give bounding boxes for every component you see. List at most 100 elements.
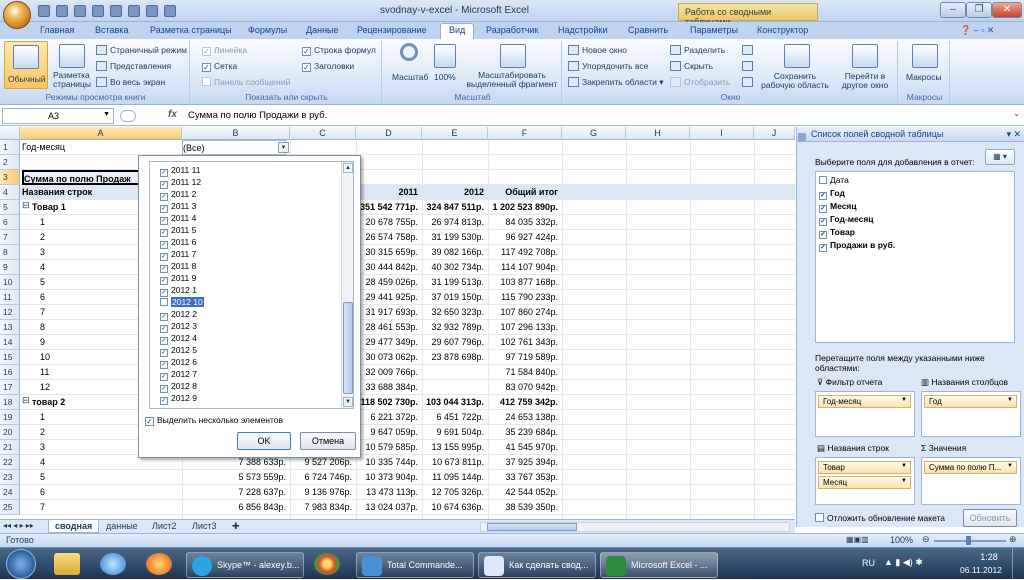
sheet-tab-list3[interactable]: Лист3 bbox=[186, 520, 223, 533]
zoom-selection-button[interactable]: Масштабировать выделенный фрагмент bbox=[466, 41, 558, 89]
freeze-panes-button[interactable]: Закрепить области ▾ bbox=[568, 77, 664, 88]
pivot-field-item[interactable]: ✓ Продажи в руб. bbox=[819, 240, 895, 252]
cell[interactable]: 6 724 746р. bbox=[290, 470, 352, 485]
filter-item-checkbox[interactable]: ✓ bbox=[160, 349, 168, 357]
table-row[interactable]: Названия строк 2011 2012 Общий итог bbox=[20, 185, 795, 200]
table-row[interactable]: 8 28 461 553р. 32 932 789р. 107 296 133р. bbox=[20, 320, 795, 335]
cell[interactable]: 412 759 342р. bbox=[488, 395, 558, 410]
cell[interactable] bbox=[422, 380, 484, 395]
cell[interactable]: 13 473 113р. bbox=[356, 485, 418, 500]
cell[interactable]: 24 653 138р. bbox=[488, 410, 558, 425]
pivot-field-item[interactable]: Дата bbox=[819, 175, 849, 185]
table-row[interactable]: 29 647 059р. 9 691 504р. 35 239 684р. bbox=[20, 425, 795, 440]
filter-item-checkbox[interactable]: ✓ bbox=[160, 361, 168, 369]
macros-button[interactable]: Макросы bbox=[902, 41, 948, 89]
row-header[interactable]: 7 bbox=[0, 230, 20, 245]
cell[interactable]: 38 539 350р. bbox=[488, 500, 558, 515]
start-button[interactable] bbox=[6, 549, 36, 579]
pivot-field-checkbox[interactable]: ✓ bbox=[819, 192, 827, 200]
cell[interactable]: 115 790 233р. bbox=[488, 290, 558, 305]
row-header[interactable]: 5 bbox=[0, 200, 20, 215]
filter-item-checkbox[interactable]: ✓ bbox=[160, 217, 168, 225]
cell[interactable]: 41 545 970р. bbox=[488, 440, 558, 455]
cell[interactable]: 9 136 976р. bbox=[290, 485, 352, 500]
filter-item-checkbox[interactable]: ✓ bbox=[160, 373, 168, 381]
filter-item-checkbox[interactable]: ✓ bbox=[160, 289, 168, 297]
year-2012-header[interactable]: 2012 bbox=[422, 185, 484, 200]
filter-item[interactable]: ✓ 2011 5 bbox=[160, 225, 196, 237]
normal-view-button[interactable]: Обычный bbox=[4, 41, 48, 89]
month-label[interactable]: 6 bbox=[22, 485, 178, 500]
table-row[interactable]: Товар 1 ⊟ 351 542 771р. 324 847 511р. 1 202 … bbox=[20, 200, 795, 215]
view-mode-icons[interactable]: ▦▣▥ bbox=[846, 535, 869, 544]
filter-item-checkbox[interactable]: ✓ bbox=[160, 229, 168, 237]
scroll-thumb[interactable] bbox=[343, 302, 353, 394]
cell[interactable]: 13 155 995р. bbox=[422, 440, 484, 455]
table-row[interactable]: 12 33 688 384р. 83 070 942р. bbox=[20, 380, 795, 395]
row-header[interactable]: 18 bbox=[0, 395, 20, 410]
scroll-down-icon[interactable]: ▼ bbox=[343, 397, 353, 407]
defer-update-checkbox[interactable]: Отложить обновление макета bbox=[815, 513, 945, 523]
cell[interactable]: 26 974 813р. bbox=[422, 215, 484, 230]
field-checklist[interactable]: Дата ✓ Год ✓ Месяц ✓ Год-месяц ✓ Товар ✓ Продажи в… bbox=[815, 171, 1015, 343]
row-header[interactable]: 11 bbox=[0, 290, 20, 305]
tab-addins[interactable]: Надстройки bbox=[558, 25, 607, 35]
new-window-button[interactable]: Новое окно bbox=[568, 45, 627, 55]
cell[interactable]: 40 302 734р. bbox=[422, 260, 484, 275]
cell[interactable]: 10 674 636р. bbox=[422, 500, 484, 515]
cell[interactable]: 71 584 840р. bbox=[488, 365, 558, 380]
cancel-button[interactable]: Отмена bbox=[300, 432, 356, 450]
custom-views-button[interactable]: Представления bbox=[96, 61, 171, 71]
language-indicator[interactable]: RU bbox=[862, 558, 875, 568]
unhide-button[interactable]: Отобразить bbox=[670, 77, 730, 87]
month-label[interactable]: 7 bbox=[22, 500, 178, 515]
worksheet-grid[interactable]: A B C D E F G H I J 1 2 3 4 5 6 7 8 9 10 11 12 13 14 1… bbox=[0, 127, 795, 519]
zoom-in-icon[interactable]: ⊕ bbox=[1009, 534, 1017, 545]
row-header[interactable]: 21 bbox=[0, 440, 20, 455]
scroll-up-icon[interactable]: ▲ bbox=[343, 163, 353, 173]
filter-item[interactable]: ✓ 2012 2 bbox=[160, 309, 197, 321]
cell[interactable]: 30 073 062р. bbox=[356, 350, 418, 365]
filter-item[interactable]: ✓ 2012 9 bbox=[160, 393, 197, 405]
filter-item[interactable]: ✓ 2012 6 bbox=[160, 357, 197, 369]
tab-compare[interactable]: Сравнить bbox=[628, 25, 668, 35]
cell[interactable]: 107 860 274р. bbox=[488, 305, 558, 320]
name-box[interactable]: A3 ▼ bbox=[2, 108, 114, 124]
filter-item[interactable]: ✓ 2012 3 bbox=[160, 321, 197, 333]
year-2011-header[interactable]: 2011 bbox=[356, 185, 418, 200]
cell[interactable]: 10 373 904р. bbox=[356, 470, 418, 485]
cell[interactable]: 83 070 942р. bbox=[488, 380, 558, 395]
tab-options[interactable]: Параметры bbox=[690, 25, 738, 35]
sheet-tab-dannye[interactable]: данные bbox=[100, 520, 144, 533]
fx-icon[interactable]: fx bbox=[168, 109, 177, 120]
row-field-chip[interactable]: Товар bbox=[818, 461, 911, 474]
taskbar-skype[interactable]: Skype™ - alexey.b... bbox=[186, 552, 304, 578]
page-layout-button[interactable]: Разметка страницы bbox=[50, 41, 94, 89]
table-row[interactable]: Сумма по полю Продаж bbox=[20, 170, 795, 185]
filter-item[interactable]: ✓ 2012 1 bbox=[160, 285, 197, 297]
filter-item[interactable]: ✓ 2011 9 bbox=[160, 273, 196, 285]
table-row[interactable]: 7 6 856 843р. 7 983 834р. 13 024 037р. 10 67… bbox=[20, 500, 795, 515]
horizontal-scrollbar[interactable] bbox=[480, 522, 790, 532]
column-labels-area[interactable]: Год bbox=[921, 391, 1021, 437]
filter-item-checkbox[interactable] bbox=[160, 298, 168, 306]
table-row[interactable]: 3 30 315 659р. 39 082 166р. 117 492 708р. bbox=[20, 245, 795, 260]
row-header[interactable]: 15 bbox=[0, 350, 20, 365]
cell[interactable]: 31 199 530р. bbox=[422, 230, 484, 245]
cell[interactable]: 102 761 343р. bbox=[488, 335, 558, 350]
table-row[interactable]: 2 26 574 758р. 31 199 530р. 96 927 424р. bbox=[20, 230, 795, 245]
cell[interactable]: 103 044 313р. bbox=[422, 395, 484, 410]
cell[interactable]: 13 024 037р. bbox=[356, 500, 418, 515]
row-header[interactable]: 3 bbox=[0, 170, 20, 185]
tab-formulas[interactable]: Формулы bbox=[248, 25, 287, 35]
table-row[interactable]: товар 2 ⊟ 118 502 730р. 103 044 313р. 412 75… bbox=[20, 395, 795, 410]
cell[interactable]: 29 441 925р. bbox=[356, 290, 418, 305]
cell[interactable]: 6 451 722р. bbox=[422, 410, 484, 425]
cell[interactable]: 29 477 349р. bbox=[356, 335, 418, 350]
taskbar-totalcmd[interactable]: Total Commande... bbox=[356, 552, 474, 578]
table-row[interactable]: 9 29 477 349р. 29 607 796р. 102 761 343р. bbox=[20, 335, 795, 350]
cell[interactable]: 324 847 511р. bbox=[422, 200, 484, 215]
expand-formula-icon[interactable]: ⌄ bbox=[1013, 109, 1020, 118]
row-labels-area[interactable]: Товар Месяц bbox=[815, 457, 915, 505]
switch-windows-button[interactable]: Перейти в другое окно bbox=[834, 41, 896, 90]
